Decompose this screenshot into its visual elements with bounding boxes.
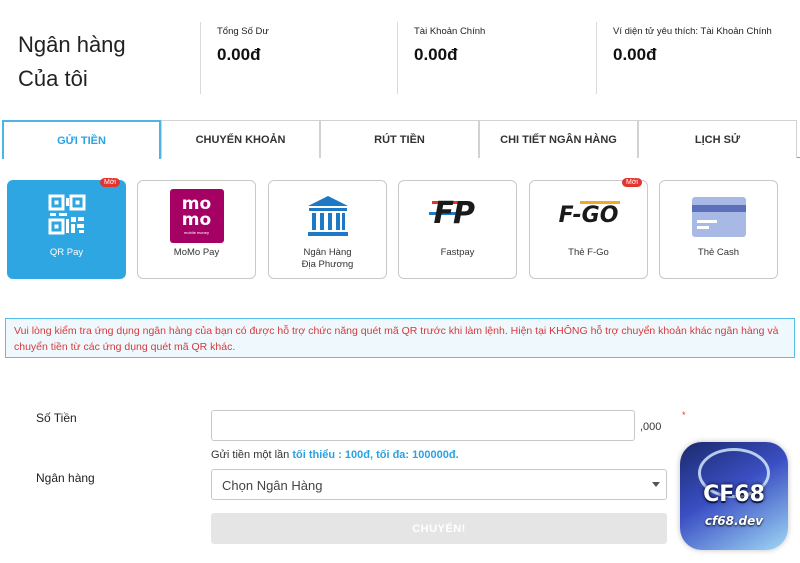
submit-button[interactable]: CHUYỂN! xyxy=(211,513,667,544)
method-cash-card[interactable]: Thẻ Cash xyxy=(659,180,778,279)
method-fastpay[interactable]: FP Fastpay xyxy=(398,180,517,279)
amount-suffix: ,000 xyxy=(640,421,662,433)
favorite-wallet-value: 0.00đ xyxy=(613,45,657,64)
bank-select[interactable]: Chọn Ngân Hàng xyxy=(211,469,667,500)
title-line-2: Của tôi xyxy=(18,66,88,91)
fgo-logo-text: F-GO xyxy=(558,203,619,228)
title-line-1: Ngân hàng xyxy=(18,32,126,57)
hint-prefix: Gửi tiền một lần xyxy=(211,449,290,461)
fastpay-logo-text: FP xyxy=(433,196,475,231)
page-title: Ngân hàng Của tôi xyxy=(18,28,126,96)
bank-select-value: Chọn Ngân Hàng xyxy=(222,478,323,493)
total-balance: Tổng Số Dư 0.00đ xyxy=(200,22,396,94)
fgo-accent-bar xyxy=(579,201,620,204)
bank-label: Ngân hàng xyxy=(36,471,95,485)
momo-icon: mo mo mobile money xyxy=(169,189,224,243)
favorite-wallet-label: Ví diện tử yêu thích: Tài Khoản Chính xyxy=(613,26,772,37)
cf68-watermark-logo: CF68 cf68.dev xyxy=(680,442,788,550)
tab-bar: GỬI TIỀN CHUYỂN KHOẢN RÚT TIỀN CHI TIẾT … xyxy=(2,120,800,159)
card-icon xyxy=(691,197,746,237)
method-local-bank[interactable]: Ngân Hàng Địa Phương xyxy=(268,180,387,279)
method-label-line-2: Địa Phương xyxy=(301,259,354,270)
qr-support-notice: Vui lòng kiểm tra ứng dụng ngân hàng của… xyxy=(5,318,795,358)
amount-input[interactable] xyxy=(211,410,635,441)
momo-logo-top: mo xyxy=(181,194,212,214)
chevron-down-icon xyxy=(652,482,660,487)
method-label: MoMo Pay xyxy=(173,247,220,258)
method-fgo-card[interactable]: Mới F-GO Thẻ F-Go xyxy=(529,178,648,279)
hint-limits: tối thiểu : 100đ, tối đa: 100000đ. xyxy=(292,449,459,461)
total-balance-value: 0.00đ xyxy=(217,45,261,64)
method-label: Ngân Hàng Địa Phương xyxy=(269,247,386,271)
tab-transfer[interactable]: CHUYỂN KHOẢN xyxy=(161,120,320,158)
tab-bank-details[interactable]: CHI TIẾT NGÂN HÀNG xyxy=(479,120,638,158)
tab-history[interactable]: LỊCH SỬ xyxy=(638,120,797,158)
account-header: Ngân hàng Của tôi Tổng Số Dư 0.00đ Tài K… xyxy=(0,0,800,110)
method-momo-pay[interactable]: mo mo mobile money MoMo Pay xyxy=(137,180,256,279)
fgo-icon: F-GO xyxy=(554,199,624,233)
payment-methods: Mới QR Pay mo mo mobile money MoMo Pay N… xyxy=(7,178,792,280)
main-account-balance: Tài Khoản Chính 0.00đ xyxy=(397,22,595,94)
method-label: Thẻ F-Go xyxy=(568,247,609,258)
method-label: Fastpay xyxy=(440,247,475,258)
main-account-value: 0.00đ xyxy=(414,45,458,64)
method-label-line-1: Ngân Hàng xyxy=(303,247,352,258)
method-label: QR Pay xyxy=(49,247,84,258)
logo-domain: cf68.dev xyxy=(704,514,764,528)
main-account-label: Tài Khoản Chính xyxy=(414,26,486,37)
method-qr-pay[interactable]: Mới QR Pay xyxy=(7,178,126,279)
tab-withdraw[interactable]: RÚT TIỀN xyxy=(320,120,479,158)
momo-logo-bottom: mo xyxy=(181,210,212,230)
favorite-wallet-balance: Ví diện tử yêu thích: Tài Khoản Chính 0.… xyxy=(596,22,800,94)
new-badge: Mới xyxy=(100,178,120,187)
bank-icon xyxy=(307,196,348,236)
method-label: Thẻ Cash xyxy=(697,247,740,258)
new-badge: Mới xyxy=(622,178,642,187)
deposit-limits-hint: Gửi tiền một lần tối thiểu : 100đ, tối đ… xyxy=(211,449,459,461)
fastpay-icon: FP xyxy=(428,197,488,237)
momo-logo-sub: mobile money xyxy=(184,230,209,235)
qr-code-icon xyxy=(48,194,85,235)
logo-brand: CF68 xyxy=(703,482,765,507)
required-mark: * xyxy=(682,410,686,420)
tab-deposit[interactable]: GỬI TIỀN xyxy=(2,120,161,159)
total-balance-label: Tổng Số Dư xyxy=(217,26,269,37)
amount-label: Số Tiền xyxy=(36,411,77,425)
